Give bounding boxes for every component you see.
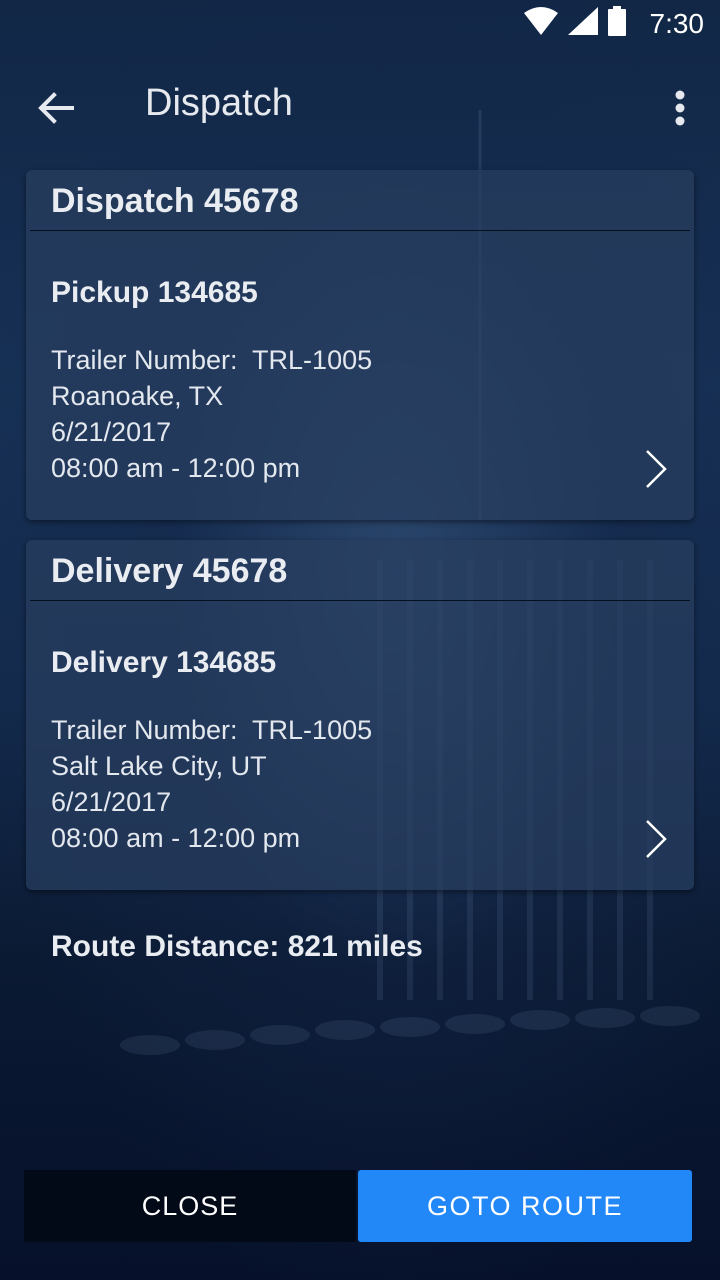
delivery-card[interactable]: Delivery 45678 Delivery 134685 Trailer N… — [26, 540, 694, 890]
date: 6/21/2017 — [51, 417, 172, 447]
card-details: Trailer Number: TRL-1005 Salt Lake City,… — [51, 712, 372, 856]
app-bar: Dispatch — [0, 56, 720, 156]
close-button[interactable]: CLOSE — [24, 1170, 356, 1242]
card-header: Dispatch 45678 — [51, 182, 299, 220]
wifi-icon — [523, 7, 558, 40]
date: 6/21/2017 — [51, 787, 172, 817]
arrow-back-icon — [38, 92, 74, 124]
battery-icon — [607, 6, 626, 41]
pickup-card[interactable]: Dispatch 45678 Pickup 134685 Trailer Num… — [26, 170, 694, 520]
page-title: Dispatch — [145, 82, 293, 124]
status-icons: 7:30 — [523, 6, 705, 41]
overflow-menu-button[interactable] — [660, 80, 700, 136]
time-window: 08:00 am - 12:00 pm — [51, 823, 301, 853]
card-divider — [30, 230, 690, 231]
status-time: 7:30 — [649, 7, 705, 39]
card-subtitle: Delivery 134685 — [51, 646, 277, 679]
status-bar: 7:30 — [0, 0, 720, 48]
chevron-right-icon[interactable] — [642, 818, 670, 860]
more-vert-icon — [675, 90, 685, 126]
location: Salt Lake City, UT — [51, 751, 267, 781]
signal-icon — [567, 7, 598, 40]
card-divider — [30, 600, 690, 601]
back-button[interactable] — [28, 80, 84, 136]
trailer-number: Trailer Number: TRL-1005 — [51, 345, 373, 375]
chevron-right-icon[interactable] — [642, 448, 670, 490]
card-header: Delivery 45678 — [51, 552, 288, 590]
route-distance: Route Distance: 821 miles — [51, 930, 423, 963]
dispatch-screen: 7:30 Dispatch Dispatch 45678 Pickup 1346… — [0, 0, 720, 1280]
card-details: Trailer Number: TRL-1005 Roanoake, TX 6/… — [51, 342, 372, 486]
trailer-number: Trailer Number: TRL-1005 — [51, 715, 373, 745]
time-window: 08:00 am - 12:00 pm — [51, 453, 301, 483]
card-subtitle: Pickup 134685 — [51, 276, 258, 309]
location: Roanoake, TX — [51, 381, 224, 411]
goto-route-button[interactable]: GOTO ROUTE — [358, 1170, 692, 1242]
